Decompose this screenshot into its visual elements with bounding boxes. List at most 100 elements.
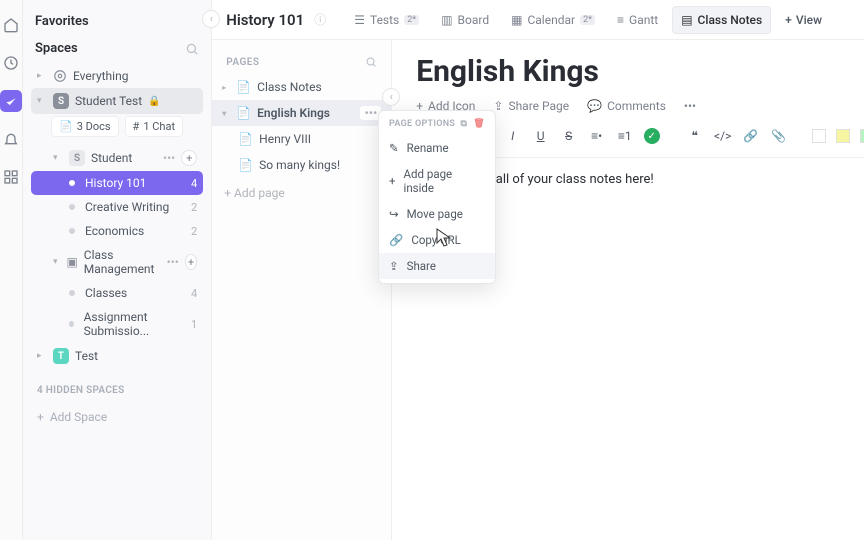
code-button[interactable]: </> [714,127,732,145]
context-menu: PAGE OPTIONS ⧉ 🗑 ✎Rename +Add page insid… [378,110,496,284]
list-assignment[interactable]: Assignment Submissio... 1 [31,305,203,343]
page-english-kings[interactable]: ▾📄English Kings••• [212,100,391,126]
list-badge: 4 [191,177,197,190]
docs-chip[interactable]: 📄3 Docs [51,116,119,137]
context-rename[interactable]: ✎Rename [379,135,495,161]
list-economics[interactable]: Economics 2 [31,219,203,243]
tab-gantt[interactable]: ≡Gantt [609,7,666,33]
space-name: Student Test [75,94,142,108]
spaces-heading: Spaces [35,41,199,56]
list-badge: 4 [191,287,197,300]
list-badge: 1 [191,318,197,331]
tab-board[interactable]: ▥Board [433,7,497,33]
page-so-many-kings[interactable]: 📄So many kings! [212,152,391,178]
search-icon[interactable] [185,42,199,56]
comments-button[interactable]: 💬Comments [587,99,666,113]
doc-icon: 📄 [236,80,251,94]
list-creative-writing[interactable]: Creative Writing 2 [31,195,203,219]
add-page-button[interactable]: + Add page [212,178,391,208]
home-icon[interactable] [0,14,22,36]
number-list-button[interactable]: ≡1 [616,127,634,145]
color-swatch[interactable] [836,129,850,143]
context-add-inside[interactable]: +Add page inside [379,161,495,201]
color-swatch[interactable] [860,129,864,143]
page-title: History 101 [226,11,304,29]
link-button[interactable]: 🔗 [742,127,760,145]
quote-button[interactable]: ❝ [686,127,704,145]
grid-icon[interactable] [0,166,22,188]
plus-icon: + [785,13,792,27]
everything-icon [53,69,67,83]
add-button[interactable]: + [185,254,197,270]
page-class-notes[interactable]: ▸📄Class Notes [212,74,391,100]
italic-button[interactable]: I [504,127,522,145]
sidebar: ‹ Favorites Spaces ▸ Everything ▾ S Stud… [23,0,212,540]
calendar-icon: ▦ [511,13,522,27]
sidebar-space-student-test[interactable]: ▾ S Student Test 🔒 [31,88,203,114]
delete-icon[interactable]: 🗑 [473,119,485,129]
checklist-button[interactable]: ✓ [644,128,660,144]
plus-icon: + [389,174,396,188]
plus-icon: + [37,410,44,424]
docs-chat-chips: 📄3 Docs #1 Chat [31,114,203,145]
move-icon: ↪ [389,207,399,221]
space-name: Test [75,349,98,363]
sidebar-item-everything[interactable]: ▸ Everything [31,64,203,88]
duplicate-icon[interactable]: ⧉ [461,119,468,129]
hidden-spaces-label[interactable]: 4 HIDDEN SPACES [37,385,197,396]
tab-calendar[interactable]: ▦Calendar2* [503,7,603,33]
strike-button[interactable]: S [560,127,578,145]
folder-initial: S [69,150,85,166]
context-menu-header: PAGE OPTIONS ⧉ 🗑 [379,115,495,135]
search-icon[interactable] [365,56,377,68]
tab-tests[interactable]: ☰Tests2* [346,7,427,33]
share-page-button[interactable]: ⇪Share Page [493,99,569,113]
chat-chip[interactable]: #1 Chat [125,116,184,137]
doc-title[interactable]: English Kings [416,54,864,89]
lock-icon: 🔒 [148,96,160,107]
pages-header: PAGES [212,40,391,74]
share-icon: ⇪ [493,99,503,113]
pencil-icon: ✎ [389,141,399,155]
sidebar-space-test[interactable]: ▸ T Test [31,343,203,369]
attach-button[interactable]: 📎 [770,127,788,145]
list-label: History 101 [85,176,146,190]
context-move[interactable]: ↪Move page [379,201,495,227]
add-space-button[interactable]: +Add Space [31,406,203,428]
list-classes[interactable]: Classes 4 [31,281,203,305]
icon-rail [0,0,23,540]
context-share[interactable]: ⇪Share [379,253,495,279]
add-button[interactable]: + [181,150,197,166]
more-icon[interactable]: ••• [163,151,175,165]
page-henry-viii[interactable]: 📄Henry VIII [212,126,391,152]
doc-icon: 📄 [238,132,253,146]
clock-icon[interactable] [0,52,22,74]
folder-class-management[interactable]: ▾ ▣ Class Management ••• + [31,243,203,281]
doc-icon: ▤ [681,13,692,27]
board-icon: ▥ [441,13,452,27]
context-copy-url[interactable]: 🔗Copy URL [379,227,495,253]
underline-button[interactable]: U [532,127,550,145]
doc-icon: 📄 [59,120,73,133]
gantt-icon: ≡ [617,13,624,27]
hash-icon: # [133,120,140,133]
doc-more-button[interactable]: ••• [684,99,696,113]
more-icon: ••• [684,99,696,113]
folder-label: Student [91,151,132,165]
color-swatch[interactable] [812,129,826,143]
bell-icon[interactable] [0,128,22,150]
info-icon[interactable]: ⓘ [314,11,326,28]
folder-label: Class Management [84,248,161,276]
logo-icon[interactable] [0,90,22,112]
doc-icon: 📄 [236,106,251,120]
doc-icon: 📄 [238,158,253,172]
main: History 101 ⓘ ☰Tests2* ▥Board ▦Calendar2… [212,0,864,540]
bullet-list-button[interactable]: ≡• [588,127,606,145]
list-label: Classes [85,286,127,300]
add-view-button[interactable]: +View [777,7,830,33]
list-history-101[interactable]: History 101 4 [31,171,203,195]
link-icon: 🔗 [389,233,403,247]
more-icon[interactable]: ••• [167,255,179,269]
tab-class-notes[interactable]: ▤Class Notes [672,6,771,34]
folder-student[interactable]: ▾ S Student ••• + [31,145,203,171]
